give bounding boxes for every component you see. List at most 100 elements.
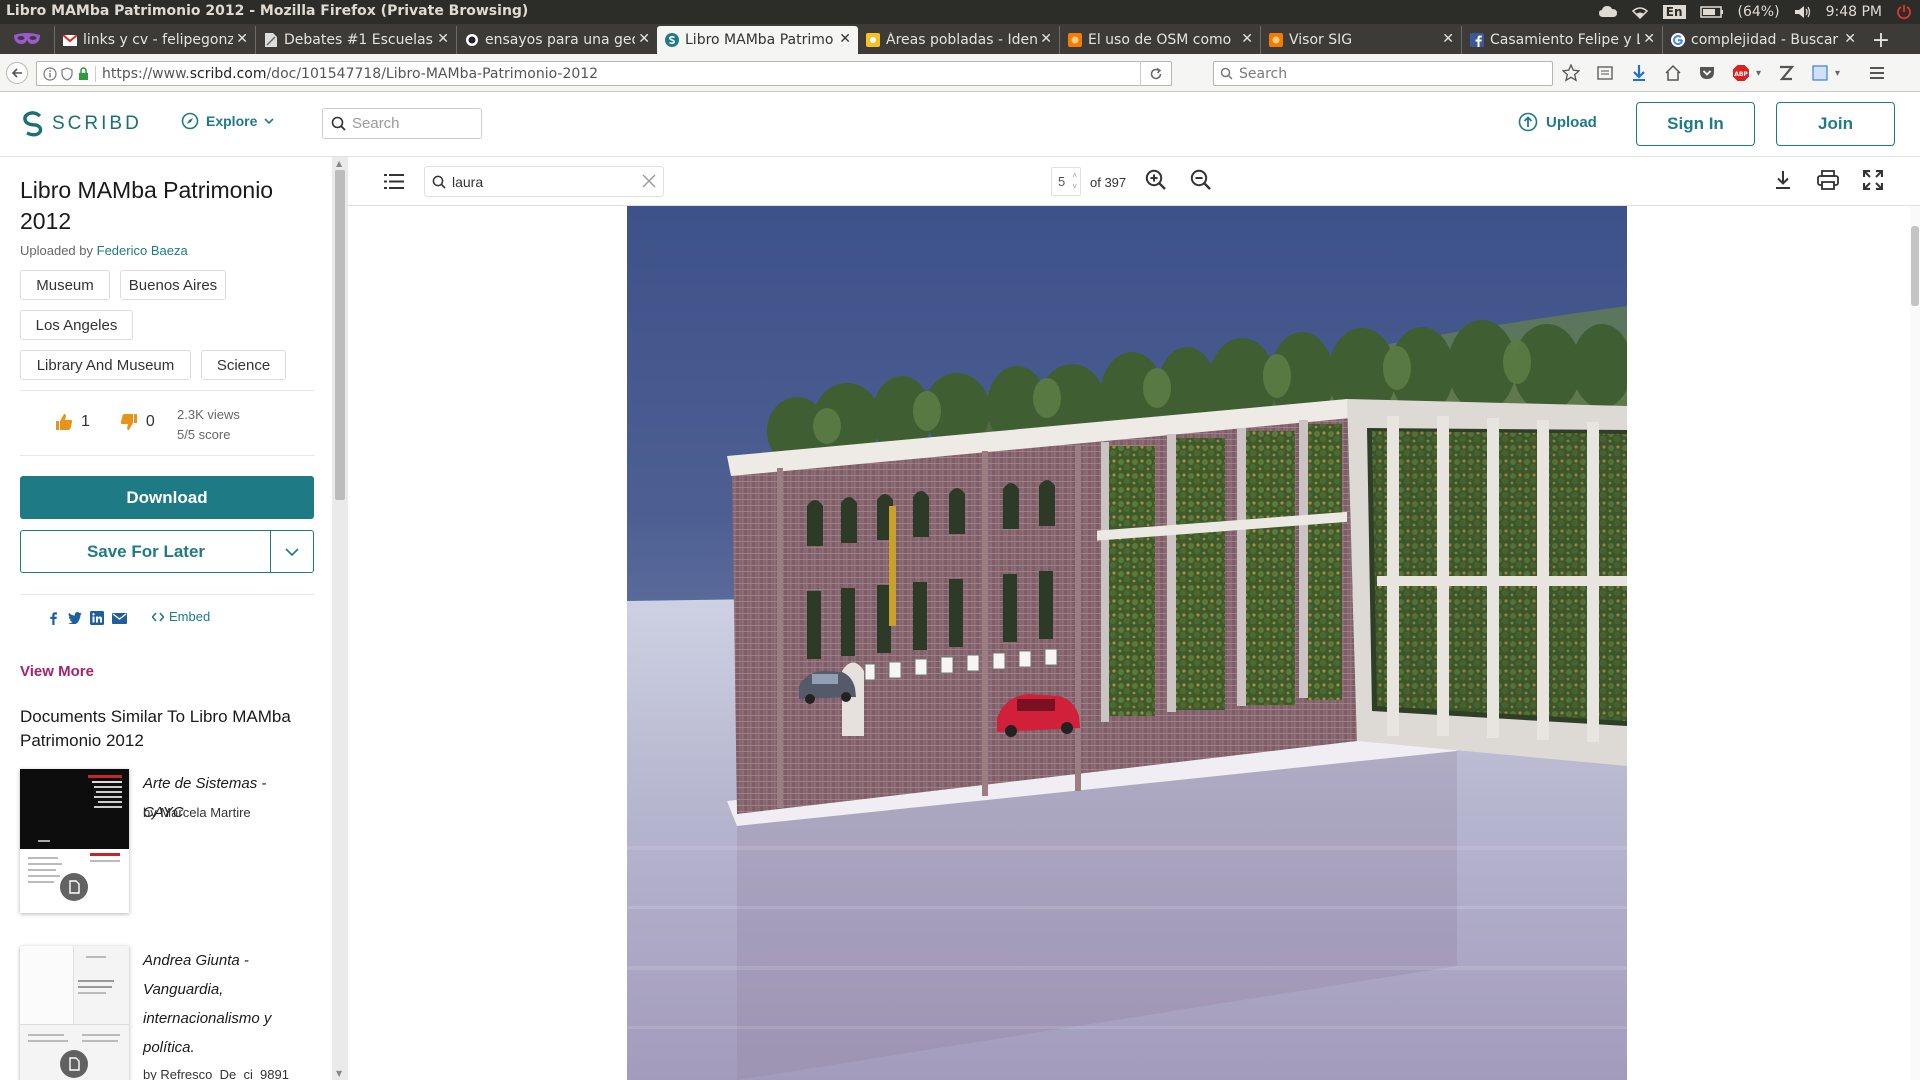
zoom-in-icon[interactable] <box>1145 169 1167 191</box>
explore-menu[interactable]: Explore <box>181 112 274 130</box>
download-button[interactable]: Download <box>20 476 314 519</box>
viewer-scrollbar-thumb[interactable] <box>1911 226 1919 306</box>
zoom-out-icon[interactable] <box>1190 169 1212 191</box>
scribd-logo[interactable]: SCRIBD <box>22 111 142 137</box>
battery-percent: (64%) <box>1737 4 1780 20</box>
clear-search-icon[interactable] <box>641 173 657 189</box>
tab-label: ensayos para una geo <box>485 32 635 48</box>
clock[interactable]: 9:48 PM <box>1826 4 1882 20</box>
in-document-search-input[interactable]: laura <box>424 166 664 197</box>
sidebar-scrollbar-thumb[interactable] <box>335 170 345 500</box>
tab-casamiento[interactable]: Casamiento Felipe y L ✕ <box>1461 26 1662 54</box>
close-tab-icon[interactable]: ✕ <box>236 31 248 47</box>
thumbs-up-icon[interactable] <box>55 413 73 431</box>
reading-list-icon[interactable] <box>1596 64 1614 82</box>
back-button[interactable] <box>6 62 28 84</box>
upload-button[interactable]: Upload <box>1518 112 1597 132</box>
close-tab-icon[interactable]: ✕ <box>1643 31 1655 47</box>
lock-icon[interactable] <box>78 67 89 80</box>
close-tab-icon[interactable]: ✕ <box>1844 31 1856 47</box>
tracking-shield-icon[interactable] <box>61 66 73 81</box>
url-bar[interactable]: https://www.scribd.com/doc/101547718/Lib… <box>36 61 1172 86</box>
bookmark-star-icon[interactable] <box>1562 64 1580 82</box>
similar-doc-title[interactable]: Andrea Giunta - Vanguardia, internaciona… <box>143 946 303 1062</box>
document-page-image <box>627 206 1627 1080</box>
battery-icon[interactable] <box>1699 6 1724 18</box>
close-tab-icon[interactable]: ✕ <box>437 31 449 47</box>
page-number-input[interactable]: 5 ˄ ˅ <box>1051 167 1081 196</box>
url-text[interactable]: https://www.scribd.com/doc/101547718/Lib… <box>102 66 598 82</box>
views-count: 2.3K views <box>177 407 240 422</box>
thumbs-down-icon[interactable] <box>120 413 138 431</box>
tab-libro-mamba[interactable]: Libro MAMba Patrimo ✕ <box>657 26 858 54</box>
page-stepper-arrows[interactable]: ˄ ˅ <box>1072 170 1077 192</box>
similar-doc-author[interactable]: by Refresco_De_ci_9891 <box>143 1067 289 1080</box>
tab-areas-pobladas[interactable]: Áreas pobladas - Iden ✕ <box>858 26 1059 54</box>
join-button[interactable]: Join <box>1776 102 1895 146</box>
tab-osm[interactable]: El uso de OSM como ✕ <box>1059 26 1260 54</box>
tab-debates[interactable]: Debates #1 Escuelas ✕ <box>255 26 456 54</box>
save-for-later-label[interactable]: Save For Later <box>21 531 271 572</box>
viewer-scrollbar[interactable] <box>1910 206 1920 1080</box>
home-icon[interactable] <box>1664 64 1682 82</box>
tab-links-cv[interactable]: links y cv - felipegonz ✕ <box>54 26 255 54</box>
download-icon[interactable] <box>1774 170 1792 190</box>
tab-ensayos[interactable]: ensayos para una geo ✕ <box>456 26 657 54</box>
dropdown-arrow-icon[interactable]: ▾ <box>1756 68 1761 79</box>
tab-complejidad[interactable]: complejidad - Buscar ✕ <box>1662 26 1863 54</box>
adblock-plus-icon[interactable]: ABP <box>1732 64 1750 82</box>
dropbox-icon[interactable] <box>1598 5 1617 19</box>
close-tab-icon[interactable]: ✕ <box>638 31 650 47</box>
save-for-later-button[interactable]: Save For Later <box>20 530 314 573</box>
scribd-logo-icon <box>23 111 43 137</box>
fullscreen-icon[interactable] <box>1863 170 1883 190</box>
site-search-input[interactable]: Search <box>322 108 482 139</box>
power-icon[interactable] <box>1896 4 1912 20</box>
screenshot-icon[interactable] <box>1811 64 1829 82</box>
twitter-share-icon[interactable] <box>68 612 82 624</box>
tag-chip[interactable]: Museum <box>20 270 110 300</box>
sign-in-button[interactable]: Sign In <box>1636 102 1755 146</box>
outline-list-icon[interactable] <box>384 173 404 190</box>
tag-chip[interactable]: Science <box>201 350 286 380</box>
keyboard-layout-indicator[interactable]: En <box>1662 5 1686 19</box>
view-more-link[interactable]: View More <box>20 663 94 680</box>
compass-icon <box>181 112 199 130</box>
new-tab-button[interactable]: + <box>1863 26 1899 54</box>
hamburger-menu-icon[interactable] <box>1868 64 1886 82</box>
chevron-down-icon <box>264 117 274 124</box>
close-tab-icon[interactable]: ✕ <box>1442 31 1454 47</box>
dropdown-arrow-icon[interactable]: ▾ <box>1835 68 1840 79</box>
scribd-icon <box>665 33 679 47</box>
tag-chip[interactable]: Library And Museum <box>20 350 191 380</box>
similar-doc-thumbnail[interactable] <box>20 946 129 1080</box>
save-options-dropdown[interactable] <box>270 531 313 572</box>
info-icon[interactable] <box>43 66 57 81</box>
tag-chip[interactable]: Buenos Aires <box>120 270 226 300</box>
close-tab-icon[interactable]: ✕ <box>839 31 851 47</box>
search-icon <box>331 116 346 131</box>
print-icon[interactable] <box>1817 170 1839 190</box>
uploader-link[interactable]: Federico Baeza <box>97 243 188 258</box>
pocket-icon[interactable] <box>1698 64 1716 82</box>
scribd-header: SCRIBD Explore Search Upload Sign In Joi… <box>0 92 1920 157</box>
volume-icon[interactable] <box>1794 5 1812 19</box>
wifi-icon[interactable] <box>1631 5 1649 19</box>
url-domain: scribd.com <box>189 65 267 82</box>
close-tab-icon[interactable]: ✕ <box>1040 31 1052 47</box>
email-share-icon[interactable] <box>112 612 127 624</box>
similar-doc-author[interactable]: by Marcela Martire <box>143 805 251 820</box>
linkedin-share-icon[interactable] <box>90 611 104 625</box>
tag-chip[interactable]: Los Angeles <box>20 310 133 340</box>
zotero-icon[interactable] <box>1777 64 1795 82</box>
sidebar-scrollbar[interactable]: ▲ ▼ <box>332 157 348 1080</box>
download-arrow-icon[interactable] <box>1630 64 1648 82</box>
upload-icon <box>1518 112 1538 132</box>
embed-link[interactable]: Embed <box>152 609 210 624</box>
reload-icon[interactable] <box>1149 67 1163 81</box>
close-tab-icon[interactable]: ✕ <box>1241 31 1253 47</box>
similar-doc-thumbnail[interactable] <box>20 769 129 913</box>
tab-visor-sig[interactable]: Visor SIG ✕ <box>1260 26 1461 54</box>
browser-search-field[interactable]: Search <box>1213 61 1553 86</box>
facebook-share-icon[interactable] <box>46 611 60 625</box>
